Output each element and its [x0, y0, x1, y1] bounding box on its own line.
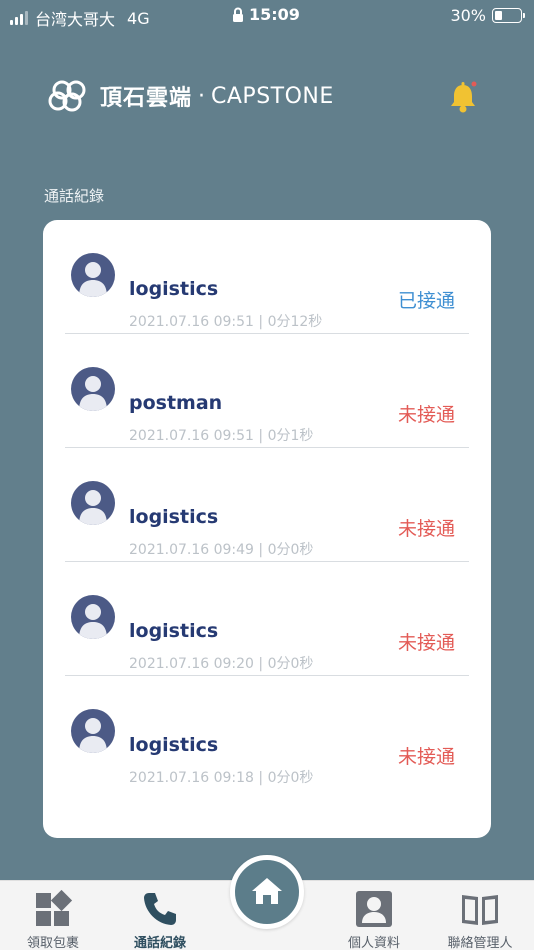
- call-datetime-duration: 2021.07.16 09:18 | 0分0秒: [129, 770, 314, 786]
- call-datetime-duration: 2021.07.16 09:51 | 0分1秒: [129, 428, 314, 444]
- call-list: logistics 2021.07.16 09:51 | 0分12秒 已接通 post…: [43, 220, 491, 838]
- avatar-icon: [71, 481, 115, 525]
- caller-name: logistics: [129, 506, 219, 528]
- nav-label-profile: 個人資料: [347, 936, 400, 950]
- brand-separator: ·: [198, 83, 206, 109]
- status-bar: 台湾大哥大 4G 15:09 30%: [0, 0, 534, 32]
- caller-name: postman: [129, 392, 223, 414]
- call-datetime-duration: 2021.07.16 09:20 | 0分0秒: [129, 656, 314, 672]
- battery-level: [495, 11, 502, 20]
- phone-icon: [144, 893, 176, 925]
- notification-bell-icon[interactable]: [447, 80, 479, 114]
- brand-logo: 頂石雲端 · CAPSTONE: [46, 78, 334, 114]
- caller-name: logistics: [129, 620, 219, 642]
- status-left: 台湾大哥大 4G: [10, 6, 150, 30]
- call-datetime-duration: 2021.07.16 09:51 | 0分12秒: [129, 314, 323, 330]
- avatar-icon: [71, 367, 115, 411]
- nav-item-contact-admin[interactable]: 聯絡管理人: [430, 881, 530, 950]
- network-type: 4G: [127, 8, 150, 28]
- carrier-name: 台湾大哥大: [35, 10, 116, 29]
- caller-name: logistics: [129, 734, 219, 756]
- avatar-icon: [71, 709, 115, 753]
- nav-label-contact-admin: 聯絡管理人: [447, 936, 513, 950]
- call-row[interactable]: postman 2021.07.16 09:51 | 0分1秒 未接通: [65, 334, 469, 448]
- call-status: 未接通: [397, 632, 455, 654]
- logo-mark-icon: [48, 80, 86, 112]
- nav-label-call-log: 通話紀錄: [133, 936, 186, 950]
- profile-card-icon: [356, 891, 392, 927]
- call-status: 已接通: [397, 290, 455, 312]
- section-title: 通話紀錄: [44, 187, 105, 205]
- avatar-icon: [71, 253, 115, 297]
- call-row[interactable]: logistics 2021.07.16 09:51 | 0分12秒 已接通: [65, 220, 469, 334]
- nav-item-packages[interactable]: 領取包裹: [3, 881, 103, 950]
- brand-latin: CAPSTONE: [211, 83, 334, 109]
- battery-icon: [492, 8, 525, 23]
- nav-label-packages: 領取包裹: [26, 936, 79, 950]
- nav-item-profile[interactable]: 個人資料: [324, 881, 424, 950]
- avatar-icon: [71, 595, 115, 639]
- call-status: 未接通: [397, 746, 455, 768]
- call-row[interactable]: logistics 2021.07.16 09:18 | 0分0秒 未接通: [65, 676, 469, 790]
- home-button[interactable]: [230, 855, 304, 929]
- battery-percent: 30%: [450, 6, 486, 25]
- book-icon: [462, 895, 498, 925]
- call-datetime-duration: 2021.07.16 09:49 | 0分0秒: [129, 542, 314, 558]
- brand-name: 頂石雲端: [100, 86, 193, 111]
- nav-item-call-log[interactable]: 通話紀錄: [110, 881, 210, 950]
- home-icon: [252, 878, 282, 904]
- package-grid-icon: [36, 889, 73, 926]
- caller-name: logistics: [129, 278, 219, 300]
- call-row[interactable]: logistics 2021.07.16 09:49 | 0分0秒 未接通: [65, 448, 469, 562]
- call-status: 未接通: [397, 518, 455, 540]
- status-center: 15:09: [232, 5, 300, 24]
- lock-icon: [233, 7, 243, 22]
- status-time: 15:09: [249, 5, 300, 24]
- status-right: 30%: [450, 6, 525, 25]
- call-row[interactable]: logistics 2021.07.16 09:20 | 0分0秒 未接通: [65, 562, 469, 676]
- signal-icon: [10, 11, 28, 25]
- app-header: 頂石雲端 · CAPSTONE: [0, 70, 534, 126]
- call-status: 未接通: [397, 404, 455, 426]
